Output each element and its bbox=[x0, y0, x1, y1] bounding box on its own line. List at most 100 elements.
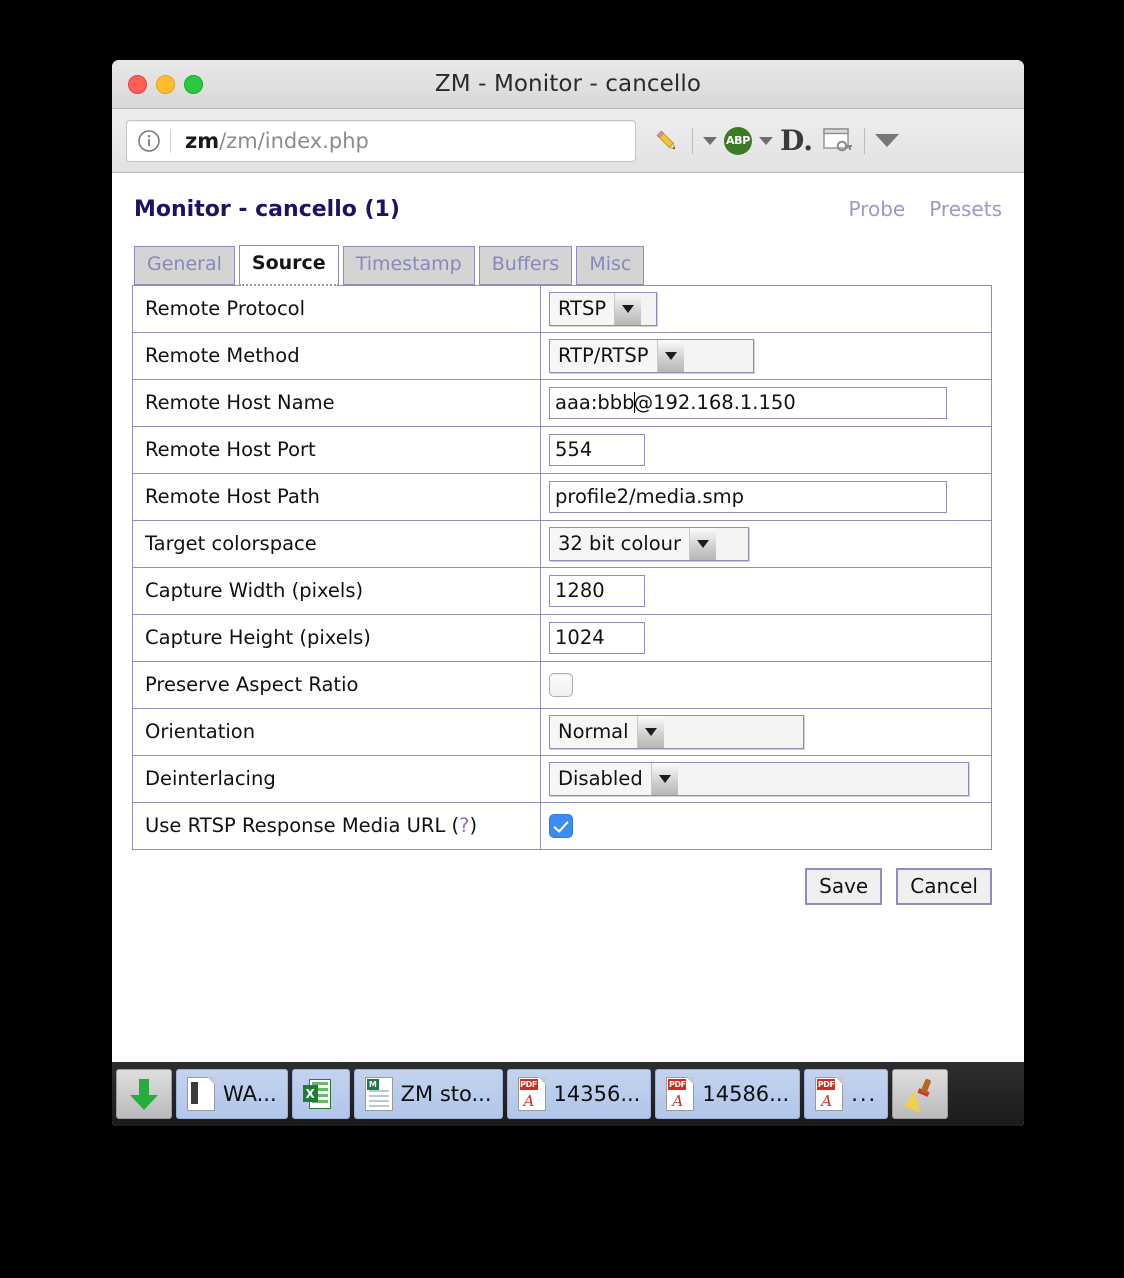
target-colorspace-value: 32 bit colour bbox=[550, 527, 690, 560]
cell-remote-protocol: RTSP bbox=[540, 284, 992, 333]
label-preserve-aspect-ratio: Preserve Aspect Ratio bbox=[132, 660, 541, 709]
remote-host-name-input[interactable]: aaa:bbb @192.168.1.150 bbox=[549, 386, 947, 419]
downloads-button[interactable] bbox=[116, 1069, 172, 1119]
browser-window: ZM - Monitor - cancello zm/zm/index.php bbox=[112, 60, 1024, 1126]
table-row: Remote Protocol RTSP bbox=[132, 284, 992, 333]
label-use-rtsp-media-url: Use RTSP Response Media URL (?) bbox=[132, 801, 541, 850]
chevron-down-icon bbox=[689, 527, 717, 560]
label-remote-host-name: Remote Host Name bbox=[132, 378, 541, 427]
chevron-down-icon[interactable] bbox=[875, 124, 900, 158]
cell-capture-width: 1280 bbox=[540, 566, 992, 615]
use-rtsp-media-url-checkbox[interactable] bbox=[549, 814, 573, 838]
table-row: Remote Host Path profile2/media.smp bbox=[132, 472, 992, 521]
deinterlacing-select[interactable]: Disabled bbox=[549, 761, 969, 796]
deinterlacing-value: Disabled bbox=[550, 762, 651, 795]
preserve-aspect-ratio-checkbox[interactable] bbox=[549, 673, 573, 697]
url-host: zm bbox=[185, 128, 220, 153]
disconnect-label: D. bbox=[780, 123, 814, 157]
cell-remote-host-port: 554 bbox=[540, 425, 992, 474]
tab-misc[interactable]: Misc bbox=[576, 246, 645, 285]
table-row: Use RTSP Response Media URL (?) bbox=[132, 801, 992, 850]
remote-protocol-select[interactable]: RTSP bbox=[549, 291, 657, 326]
table-row: Remote Host Name aaa:bbb @192.168.1.150 bbox=[132, 378, 992, 427]
url-path: /zm/index.php bbox=[219, 128, 369, 153]
cell-deinterlacing: Disabled bbox=[540, 754, 992, 803]
table-row: Target colorspace 32 bit colour bbox=[132, 519, 992, 568]
cell-remote-method: RTP/RTSP bbox=[540, 331, 992, 380]
chevron-down-icon[interactable] bbox=[703, 124, 717, 158]
cell-remote-host-name: aaa:bbb @192.168.1.150 bbox=[540, 378, 992, 427]
cell-remote-host-path: profile2/media.smp bbox=[540, 472, 992, 521]
save-button[interactable]: Save bbox=[805, 867, 883, 905]
taskbar-item-pdf-14586[interactable]: PDF A 14586... bbox=[655, 1069, 801, 1119]
taskbar-item-excel[interactable]: X bbox=[291, 1069, 350, 1119]
remote-method-select[interactable]: RTP/RTSP bbox=[549, 338, 754, 373]
table-row: Capture Height (pixels) 1024 bbox=[132, 613, 992, 662]
download-arrow-icon bbox=[129, 1077, 159, 1111]
disconnect-icon[interactable]: D. bbox=[780, 124, 813, 158]
taskbar-item-label: 14356... bbox=[553, 1082, 641, 1106]
remote-host-port-input[interactable]: 554 bbox=[549, 433, 645, 466]
excel-icon: X bbox=[302, 1078, 331, 1110]
page-header: Monitor - cancello (1) Probe Presets bbox=[132, 197, 1004, 222]
tab-source[interactable]: Source bbox=[238, 245, 339, 286]
capture-height-input[interactable]: 1024 bbox=[549, 621, 645, 654]
page-content: Monitor - cancello (1) Probe Presets Gen… bbox=[112, 173, 1024, 1062]
minimize-window-button[interactable] bbox=[156, 74, 175, 94]
window-controls bbox=[128, 60, 203, 108]
tab-general[interactable]: General bbox=[134, 246, 235, 285]
remote-host-name-value-before-caret: aaa:bbb bbox=[555, 391, 635, 415]
taskbar-item-label: 14586... bbox=[702, 1082, 790, 1106]
tab-timestamp[interactable]: Timestamp bbox=[342, 246, 475, 285]
label-target-colorspace: Target colorspace bbox=[132, 519, 541, 568]
chevron-down-icon bbox=[656, 339, 684, 372]
use-rtsp-media-url-label-text: Use RTSP Response Media URL ( bbox=[145, 814, 460, 838]
taskbar-item-pdf-other[interactable]: PDF A ... bbox=[804, 1069, 889, 1119]
window-key-icon[interactable] bbox=[820, 124, 854, 158]
window-title: ZM - Monitor - cancello bbox=[434, 71, 702, 97]
use-rtsp-media-url-label-end: ) bbox=[469, 814, 478, 838]
label-capture-height: Capture Height (pixels) bbox=[132, 613, 541, 662]
probe-link[interactable]: Probe bbox=[848, 197, 905, 221]
cancel-button[interactable]: Cancel bbox=[896, 867, 992, 905]
info-icon[interactable] bbox=[127, 128, 171, 153]
taskbar-item-label: WA... bbox=[223, 1082, 277, 1106]
chevron-down-icon bbox=[636, 715, 664, 748]
url-text: zm/zm/index.php bbox=[171, 129, 369, 153]
address-bar[interactable]: zm/zm/index.php bbox=[126, 119, 636, 162]
table-row: Orientation Normal bbox=[132, 707, 992, 756]
tab-buffers[interactable]: Buffers bbox=[478, 246, 573, 285]
remote-protocol-value: RTSP bbox=[550, 292, 615, 325]
toolbar-divider bbox=[864, 127, 866, 154]
label-remote-host-path: Remote Host Path bbox=[132, 472, 541, 521]
chevron-down-icon bbox=[650, 762, 678, 795]
presets-link[interactable]: Presets bbox=[929, 197, 1002, 221]
taskbar-item-label: ZM sto... bbox=[400, 1082, 492, 1106]
abp-icon[interactable]: ABP bbox=[724, 124, 752, 158]
taskbar-item-word[interactable]: WA... bbox=[176, 1069, 288, 1119]
window-titlebar: ZM - Monitor - cancello bbox=[112, 60, 1024, 109]
cell-target-colorspace: 32 bit colour bbox=[540, 519, 992, 568]
taskbar: WA... X M ZM sto... PDFA 14356... PDFA bbox=[112, 1062, 1024, 1126]
toolbar-divider bbox=[692, 127, 693, 154]
cell-preserve-aspect-ratio bbox=[540, 660, 992, 709]
spreadsheet-icon: M bbox=[364, 1077, 393, 1111]
header-links: Probe Presets bbox=[848, 197, 1002, 221]
chevron-down-icon[interactable] bbox=[759, 124, 773, 158]
taskbar-item-zm-storage[interactable]: M ZM sto... bbox=[353, 1069, 503, 1119]
capture-width-input[interactable]: 1280 bbox=[549, 574, 645, 607]
label-remote-method: Remote Method bbox=[132, 331, 541, 380]
cleanup-button[interactable] bbox=[892, 1069, 949, 1119]
help-link[interactable]: ? bbox=[459, 814, 469, 837]
table-row: Deinterlacing Disabled bbox=[132, 754, 992, 803]
orientation-select[interactable]: Normal bbox=[549, 714, 804, 749]
table-row: Capture Width (pixels) 1280 bbox=[132, 566, 992, 615]
maximize-window-button[interactable] bbox=[184, 74, 203, 94]
close-window-button[interactable] bbox=[128, 74, 147, 94]
remote-host-path-input[interactable]: profile2/media.smp bbox=[549, 480, 947, 513]
taskbar-item-pdf-14356[interactable]: PDF A 14356... bbox=[506, 1069, 652, 1119]
pencil-icon[interactable] bbox=[652, 124, 682, 158]
taskbar-item-label: ... bbox=[851, 1082, 878, 1106]
page-title: Monitor - cancello (1) bbox=[134, 197, 400, 222]
target-colorspace-select[interactable]: 32 bit colour bbox=[549, 526, 749, 561]
